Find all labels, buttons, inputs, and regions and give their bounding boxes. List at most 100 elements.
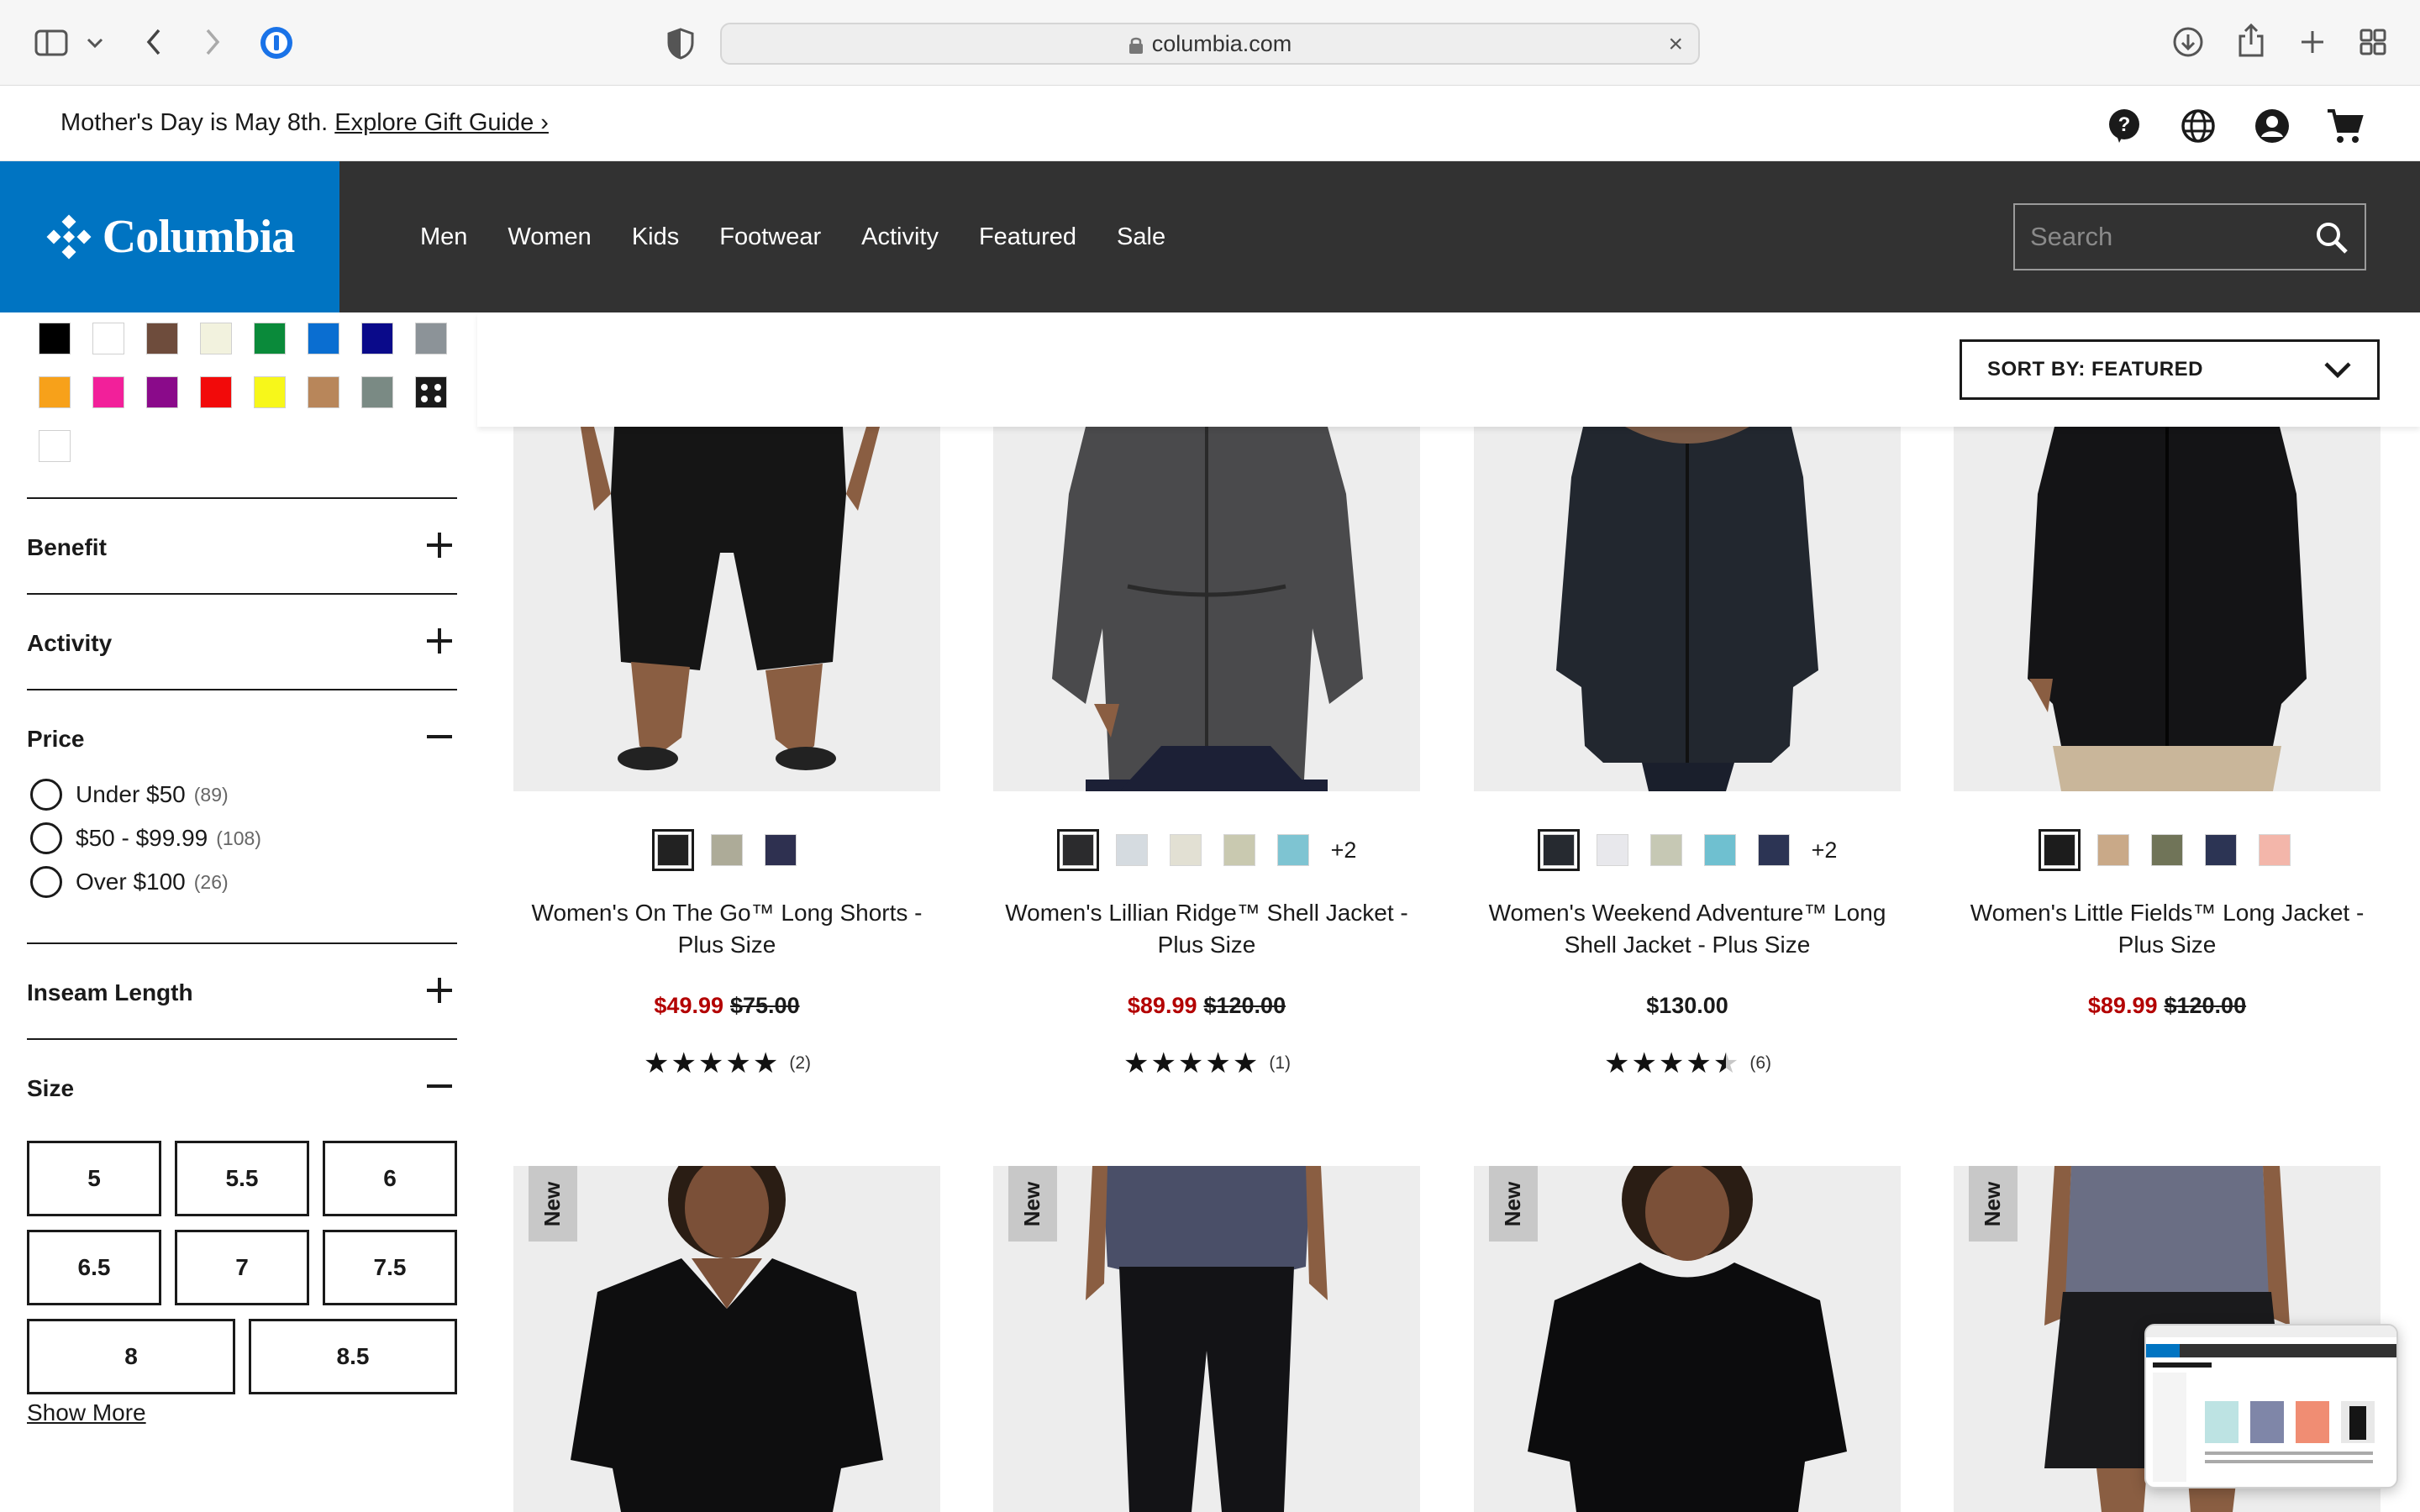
size-option-5[interactable]: 5 bbox=[27, 1141, 161, 1216]
product-name[interactable]: Women's On The Go™ Long Shorts - Plus Si… bbox=[513, 897, 940, 961]
sort-dropdown[interactable]: SORT BY: FEATURED bbox=[1960, 339, 2380, 400]
gift-guide-link[interactable]: Explore Gift Guide › bbox=[334, 109, 549, 136]
color-swatch[interactable] bbox=[2039, 829, 2081, 871]
product-image[interactable] bbox=[513, 427, 940, 791]
color-swatch[interactable] bbox=[1704, 834, 1736, 866]
expand-plus-icon[interactable] bbox=[427, 628, 452, 654]
facet-activity[interactable]: Activity bbox=[27, 593, 457, 689]
product-card[interactable]: New bbox=[1474, 1166, 1901, 1512]
color-swatch[interactable] bbox=[1057, 829, 1099, 871]
screenshot-thumbnail[interactable] bbox=[2144, 1324, 2398, 1488]
color-filter-swatch[interactable] bbox=[39, 323, 71, 354]
color-swatch[interactable] bbox=[711, 834, 743, 866]
color-swatch[interactable] bbox=[2205, 834, 2237, 866]
rating[interactable]: ★ ★ ★ ★ ★ (2) bbox=[513, 1048, 940, 1079]
price-option-50-99[interactable]: $50 - $99.99 (108) bbox=[30, 822, 261, 855]
color-filter-swatch[interactable] bbox=[146, 376, 178, 408]
color-swatch[interactable] bbox=[652, 829, 694, 871]
size-option-6-5[interactable]: 6.5 bbox=[27, 1230, 161, 1305]
size-option-5-5[interactable]: 5.5 bbox=[175, 1141, 309, 1216]
color-filter-swatch[interactable] bbox=[146, 323, 178, 354]
help-icon[interactable]: ? bbox=[2106, 108, 2143, 144]
color-filter-swatch[interactable] bbox=[39, 376, 71, 408]
product-image[interactable] bbox=[1474, 427, 1901, 791]
search-icon[interactable] bbox=[2314, 220, 2349, 255]
nav-men[interactable]: Men bbox=[420, 223, 467, 251]
price-option-under-50[interactable]: Under $50 (89) bbox=[30, 778, 229, 811]
color-filter-swatch[interactable] bbox=[415, 376, 447, 408]
product-image[interactable] bbox=[993, 427, 1420, 791]
product-name[interactable]: Women's Little Fields™ Long Jacket - Plu… bbox=[1954, 897, 2381, 961]
tab-overview-icon[interactable] bbox=[2358, 27, 2388, 57]
color-filter-swatch[interactable] bbox=[361, 376, 393, 408]
color-filter-swatch[interactable] bbox=[200, 376, 232, 408]
color-swatch[interactable] bbox=[2097, 834, 2129, 866]
color-swatch[interactable] bbox=[1538, 829, 1580, 871]
color-filter-swatch[interactable] bbox=[254, 376, 286, 408]
forward-icon[interactable] bbox=[198, 25, 227, 59]
color-filter-swatch[interactable] bbox=[308, 323, 339, 354]
expand-plus-icon[interactable] bbox=[427, 978, 452, 1003]
rating[interactable]: ★ ★ ★ ★ ★ (6) bbox=[1474, 1048, 1901, 1079]
share-icon[interactable] bbox=[2235, 22, 2267, 59]
product-card[interactable]: Women's Little Fields™ Long Jacket - Plu… bbox=[1954, 427, 2381, 1090]
color-swatch[interactable] bbox=[2151, 834, 2183, 866]
rating[interactable]: ★ ★ ★ ★ ★ (1) bbox=[993, 1048, 1420, 1079]
address-bar[interactable]: columbia.com × bbox=[720, 23, 1700, 65]
nav-women[interactable]: Women bbox=[508, 223, 591, 251]
color-filter-swatch[interactable] bbox=[308, 376, 339, 408]
nav-featured[interactable]: Featured bbox=[979, 223, 1076, 251]
radio-button[interactable] bbox=[30, 779, 62, 811]
cart-icon[interactable] bbox=[2326, 108, 2364, 144]
expand-plus-icon[interactable] bbox=[427, 533, 452, 558]
price-option-over-100[interactable]: Over $100 (26) bbox=[30, 865, 229, 899]
size-option-8[interactable]: 8 bbox=[27, 1319, 235, 1394]
color-swatch[interactable] bbox=[1223, 834, 1255, 866]
size-option-7-5[interactable]: 7.5 bbox=[323, 1230, 457, 1305]
color-filter-swatch[interactable] bbox=[92, 376, 124, 408]
nav-sale[interactable]: Sale bbox=[1117, 223, 1165, 251]
account-icon[interactable] bbox=[2254, 108, 2291, 144]
product-card[interactable]: +2 Women's Weekend Adventure™ Long Shell… bbox=[1474, 427, 1901, 1090]
product-name[interactable]: Women's Lillian Ridge™ Shell Jacket - Pl… bbox=[993, 897, 1420, 961]
collapse-minus-icon[interactable] bbox=[427, 724, 452, 749]
globe-icon[interactable] bbox=[2180, 108, 2217, 144]
color-filter-swatch[interactable] bbox=[361, 323, 393, 354]
show-more-sizes-link[interactable]: Show More bbox=[27, 1399, 146, 1426]
facet-benefit[interactable]: Benefit bbox=[27, 497, 457, 593]
product-card[interactable]: New bbox=[993, 1166, 1420, 1512]
clear-url-icon[interactable]: × bbox=[1668, 32, 1683, 57]
radio-button[interactable] bbox=[30, 822, 62, 854]
size-option-7[interactable]: 7 bbox=[175, 1230, 309, 1305]
facet-inseam[interactable]: Inseam Length bbox=[27, 942, 457, 1038]
product-image[interactable] bbox=[1474, 1166, 1901, 1512]
color-swatch[interactable] bbox=[1597, 834, 1628, 866]
nav-activity[interactable]: Activity bbox=[861, 223, 939, 251]
collapse-minus-icon[interactable] bbox=[427, 1074, 452, 1099]
color-filter-swatch[interactable] bbox=[200, 323, 232, 354]
color-swatch[interactable] bbox=[1650, 834, 1682, 866]
download-icon[interactable] bbox=[2171, 25, 2205, 59]
back-icon[interactable] bbox=[139, 25, 168, 59]
product-image[interactable] bbox=[1954, 427, 2381, 791]
product-card[interactable]: +2 Women's Lillian Ridge™ Shell Jacket -… bbox=[993, 427, 1420, 1090]
product-image[interactable] bbox=[513, 1166, 940, 1512]
nav-kids[interactable]: Kids bbox=[632, 223, 679, 251]
color-swatch[interactable] bbox=[1277, 834, 1309, 866]
color-filter-swatch[interactable] bbox=[415, 323, 447, 354]
product-card[interactable]: New bbox=[513, 1166, 940, 1512]
color-swatch[interactable] bbox=[1116, 834, 1148, 866]
product-card[interactable]: Women's On The Go™ Long Shorts - Plus Si… bbox=[513, 427, 940, 1090]
product-name[interactable]: Women's Weekend Adventure™ Long Shell Ja… bbox=[1474, 897, 1901, 961]
password-manager-icon[interactable] bbox=[259, 25, 294, 60]
more-colors[interactable]: +2 bbox=[1325, 837, 1362, 864]
color-swatch[interactable] bbox=[765, 834, 797, 866]
new-tab-icon[interactable] bbox=[2297, 27, 2328, 57]
size-option-6[interactable]: 6 bbox=[323, 1141, 457, 1216]
nav-footwear[interactable]: Footwear bbox=[719, 223, 821, 251]
color-swatch[interactable] bbox=[2259, 834, 2291, 866]
color-swatch[interactable] bbox=[1170, 834, 1202, 866]
color-filter-swatch[interactable] bbox=[92, 323, 124, 354]
search-input[interactable] bbox=[2030, 220, 2299, 254]
color-filter-swatch[interactable] bbox=[254, 323, 286, 354]
